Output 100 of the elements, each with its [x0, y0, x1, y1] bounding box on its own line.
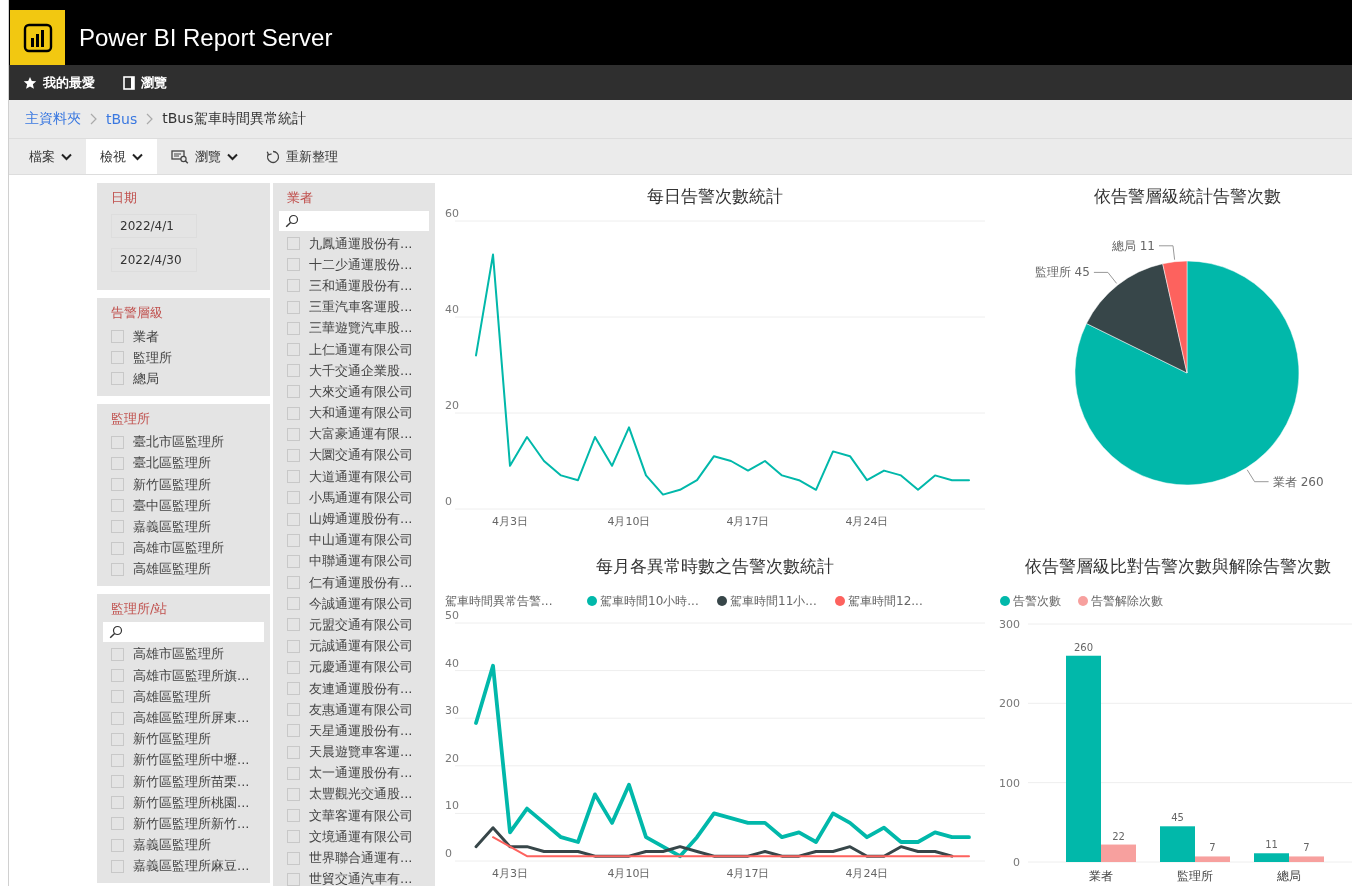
filter-option[interactable]: 天星通運股份有...	[309, 721, 413, 740]
slicer-title: 監理所/站	[111, 599, 169, 618]
filter-option[interactable]: 文華客運有限公司	[309, 806, 413, 825]
filter-option[interactable]: 九鳳通運股份有...	[309, 234, 413, 253]
date-field[interactable]: 2022/4/30	[111, 248, 197, 272]
axis-label: 40	[445, 656, 459, 670]
breadcrumb-link[interactable]: 主資料夾	[25, 110, 81, 128]
data-label: 11	[1139, 238, 1156, 253]
filter-option[interactable]: 友連通運股份有...	[309, 679, 413, 698]
filter-option[interactable]: 小馬通運有限公司	[309, 488, 413, 507]
filter-option[interactable]: 高雄區監理所屏東...	[133, 709, 250, 728]
filter-option[interactable]: 新竹區監理所苗栗...	[133, 772, 250, 791]
filter-option[interactable]: 大千交通企業股...	[309, 361, 413, 380]
slice-label: 總局	[1112, 238, 1137, 253]
axis-label: 4月24日	[845, 515, 889, 528]
axis-label: 40	[445, 303, 459, 316]
slicer-title: 告警層級	[111, 304, 164, 322]
breadcrumb-current: tBus駕車時間異常統計	[162, 110, 306, 128]
toolbar-menu[interactable]: 重新整理	[252, 139, 352, 174]
axis-label: 4月17日	[726, 515, 770, 528]
axis-label: 60	[445, 207, 459, 220]
axis-label: 0	[445, 495, 452, 508]
toolbar-menu[interactable]: 檢視	[86, 139, 157, 174]
filter-option[interactable]: 嘉義區監理所	[133, 517, 211, 536]
filter-option[interactable]: 新竹區監理所桃園...	[133, 793, 250, 812]
legend-title: 駕車時間異常告警...	[445, 594, 553, 608]
axis-label: 50	[445, 609, 459, 622]
legend-label: 告警解除次數	[1091, 594, 1163, 608]
filter-option[interactable]: 高雄市區監理所	[133, 645, 224, 664]
filter-option[interactable]: 大圜交通有限公司	[309, 446, 413, 465]
filter-option[interactable]: 中聯通運有限公司	[309, 552, 413, 571]
filter-option[interactable]: 大來交通有限公司	[309, 382, 413, 401]
app-title: Power BI Report Server	[79, 23, 333, 52]
axis-label: 4月10日	[607, 515, 651, 528]
legend-label: 駕車時間12...	[848, 594, 923, 608]
filter-option[interactable]: 友惠通運有限公司	[309, 700, 413, 719]
filter-option[interactable]: 高雄市區監理所	[133, 539, 224, 558]
axis-label: 30	[445, 704, 459, 718]
slicer-title: 日期	[111, 189, 138, 207]
chart-title: 依告警層級比對告警次數與解除告警次數	[1025, 556, 1331, 576]
legend-label: 駕車時間10小時...	[600, 594, 699, 608]
slicer-title: 監理所	[111, 409, 151, 428]
breadcrumb-link[interactable]: tBus	[106, 111, 138, 127]
axis-label: 20	[445, 399, 459, 412]
filter-option[interactable]: 高雄區監理所	[133, 560, 211, 579]
filter-option[interactable]: 太豐觀光交通股...	[309, 785, 413, 804]
filter-option[interactable]: 世貿交通汽車有...	[309, 870, 413, 886]
filter-option[interactable]: 仁有通運股份有...	[309, 573, 413, 592]
filter-option[interactable]: 天晨遊覽車客運...	[309, 743, 413, 762]
axis-label: 100	[999, 776, 1020, 790]
filter-option[interactable]: 三華遊覽汽車股...	[309, 319, 413, 338]
slice-label: 業者	[1272, 474, 1297, 489]
filter-option[interactable]: 大富豪通運有限...	[309, 425, 413, 444]
filter-option[interactable]: 新竹區監理所	[133, 730, 211, 749]
filter-option[interactable]: 山姆通運股份有...	[309, 510, 413, 529]
filter-option[interactable]: 元盟交通有限公司	[309, 615, 413, 634]
filter-option[interactable]: 臺北區監理所	[133, 454, 211, 473]
legend-label: 告警次數	[1013, 594, 1061, 608]
filter-option[interactable]: 元誠通運有限公司	[309, 637, 413, 656]
filter-option[interactable]: 文境通運有限公司	[309, 827, 413, 846]
axis-label: 4月10日	[607, 867, 651, 880]
axis-label: 10	[445, 799, 459, 813]
filter-option[interactable]: 十二少通運股份...	[309, 255, 413, 274]
filter-option[interactable]: 中山通運有限公司	[309, 531, 413, 550]
axis-label: 4月24日	[845, 867, 889, 880]
filter-option[interactable]: 元慶通運有限公司	[309, 658, 413, 677]
filter-option[interactable]: 上仁通運有限公司	[309, 340, 413, 359]
filter-option[interactable]: 新竹區監理所新竹...	[133, 814, 250, 833]
data-label: 11	[1265, 839, 1278, 851]
filter-option[interactable]: 臺北市區監理所	[133, 433, 224, 452]
axis-label: 4月17日	[726, 867, 770, 880]
toolbar-menu[interactable]: 檔案	[15, 139, 86, 174]
axis-label: 0	[1013, 856, 1020, 869]
filter-option[interactable]: 新竹區監理所中壢...	[133, 751, 250, 770]
filter-option[interactable]: 高雄區監理所	[133, 687, 211, 706]
chart-title: 每月各異常時數之告警次數統計	[596, 556, 834, 576]
toolbar-menu[interactable]: 瀏覽	[157, 139, 252, 174]
filter-option[interactable]: 大和通運有限公司	[309, 404, 413, 423]
filter-option[interactable]: 大道通運有限公司	[309, 467, 413, 486]
axis-label: 4月3日	[492, 515, 528, 528]
filter-option[interactable]: 太一通運股份有...	[309, 764, 413, 783]
filter-option[interactable]: 嘉義區監理所麻豆...	[133, 857, 250, 876]
filter-option[interactable]: 業者	[133, 327, 159, 346]
filter-option[interactable]: 今誠通運有限公司	[309, 594, 413, 613]
filter-option[interactable]: 三和通運股份有...	[309, 276, 413, 295]
data-label: 45	[1171, 812, 1184, 824]
axis-label: 業者	[1089, 869, 1113, 883]
nav-item[interactable]: 瀏覽	[123, 73, 167, 92]
data-label: 260	[1300, 474, 1324, 489]
filter-option[interactable]: 監理所	[133, 348, 172, 367]
nav-item[interactable]: 我的最愛	[23, 73, 95, 92]
filter-option[interactable]: 新竹區監理所	[133, 475, 211, 494]
filter-option[interactable]: 嘉義區監理所	[133, 836, 211, 855]
date-field[interactable]: 2022/4/1	[111, 214, 197, 238]
filter-option[interactable]: 三重汽車客運股...	[309, 298, 413, 317]
filter-option[interactable]: 總局	[133, 369, 159, 388]
filter-option[interactable]: 世界聯合通運有...	[309, 849, 413, 868]
axis-label: 0	[445, 847, 452, 860]
filter-option[interactable]: 臺中區監理所	[133, 496, 211, 515]
filter-option[interactable]: 高雄市區監理所旗...	[133, 666, 250, 685]
